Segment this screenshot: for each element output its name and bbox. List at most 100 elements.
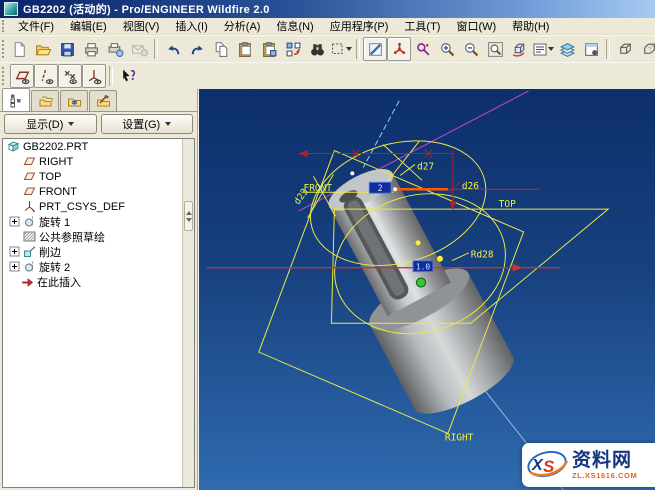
redo-button[interactable] <box>185 37 209 61</box>
new-button[interactable] <box>7 37 31 61</box>
view-manager-button[interactable] <box>579 37 603 61</box>
tab-connections[interactable] <box>89 90 117 111</box>
menu-tools[interactable]: 工具(T) <box>396 18 448 34</box>
layers-button[interactable] <box>555 37 579 61</box>
datum-planes-toggle[interactable] <box>10 64 34 88</box>
copy-icon <box>213 41 230 58</box>
menubar-drag-handle[interactable] <box>2 20 7 31</box>
save-button[interactable] <box>55 37 79 61</box>
axis-line-cyan <box>363 101 399 168</box>
tree-item-chamfer[interactable]: 削边 <box>3 244 194 259</box>
wireframe-style-button[interactable] <box>613 37 637 61</box>
toolbar1-drag-handle[interactable] <box>2 40 4 58</box>
context-help-button[interactable] <box>116 64 140 88</box>
menu-insert[interactable]: 插入(I) <box>167 18 215 34</box>
zoom-in-button[interactable] <box>435 37 459 61</box>
undo-button[interactable] <box>161 37 185 61</box>
scroll-down-icon <box>186 218 192 222</box>
menu-view[interactable]: 视图(V) <box>115 18 168 34</box>
part-icon <box>7 140 20 153</box>
vertex-dot-yellow[interactable] <box>416 240 421 245</box>
expand-icon[interactable] <box>9 246 20 257</box>
zoom-out-button[interactable] <box>459 37 483 61</box>
tree-scrollbar-thumb[interactable] <box>184 201 193 231</box>
reorient-button[interactable] <box>507 37 531 61</box>
viewport-canvas[interactable]: 2 1.0 FRONT d23 d27 d26 TOP Rd28 RIGHT <box>199 89 655 490</box>
tab-folder-browser[interactable] <box>31 90 59 111</box>
tree-item-front-plane[interactable]: FRONT <box>3 184 194 199</box>
menu-window[interactable]: 窗口(W) <box>448 18 504 34</box>
plot-button[interactable] <box>103 37 127 61</box>
select-filter-button[interactable] <box>329 37 353 61</box>
tree-item-label: TOP <box>39 171 61 183</box>
tree-item-label: 在此插入 <box>37 274 81 290</box>
sketch-icon <box>23 230 36 243</box>
folder-stack-icon <box>38 94 53 109</box>
toolbar-separator <box>109 66 113 86</box>
zoom-in-icon <box>439 41 456 58</box>
show-menu-button[interactable]: 显示(D) <box>4 114 97 134</box>
open-button[interactable] <box>31 37 55 61</box>
tree-item-csys[interactable]: PRT_CSYS_DEF <box>3 199 194 214</box>
datum-points-toggle[interactable] <box>58 64 82 88</box>
refit-icon <box>487 41 504 58</box>
rd28-dimension-label[interactable]: Rd28 <box>471 250 494 261</box>
vertex-dot-yellow[interactable] <box>437 256 443 262</box>
menu-file[interactable]: 文件(F) <box>10 18 62 34</box>
datum-csys-toggle[interactable] <box>82 64 106 88</box>
dim-value-tag-2[interactable]: 1.0 <box>413 261 433 272</box>
datum-axes-toggle[interactable] <box>34 64 58 88</box>
dim-value-tag-1[interactable]: 2 <box>369 182 391 193</box>
tree-item-revolve-2[interactable]: 旋转 2 <box>3 259 194 274</box>
tree-item-insert-here[interactable]: 在此插入 <box>3 274 194 289</box>
spin-center-button[interactable] <box>387 37 411 61</box>
main-area: 显示(D) 设置(G) GB2202.PRT RIGHT <box>0 89 655 490</box>
tools-folder-icon <box>96 94 111 109</box>
orient-mode-button[interactable] <box>411 37 435 61</box>
tab-model-tree[interactable] <box>2 88 30 111</box>
csys-display-icon <box>86 68 103 85</box>
d27-dimension-label[interactable]: d27 <box>417 161 434 172</box>
expand-icon[interactable] <box>9 216 20 227</box>
svg-text:1.0: 1.0 <box>416 263 431 272</box>
tree-scrollbar[interactable] <box>182 139 194 487</box>
menu-info[interactable]: 信息(N) <box>268 18 321 34</box>
tab-favorites[interactable] <box>60 90 88 111</box>
expand-icon[interactable] <box>9 261 20 272</box>
saved-views-button[interactable] <box>531 37 555 61</box>
refit-button[interactable] <box>483 37 507 61</box>
menu-applications[interactable]: 应用程序(P) <box>322 18 397 34</box>
datum-plane-icon <box>23 185 36 198</box>
settings-menu-button[interactable]: 设置(G) <box>101 114 194 134</box>
paste-special-button[interactable] <box>257 37 281 61</box>
tree-item-label: FRONT <box>39 186 77 198</box>
toolbar2-drag-handle[interactable] <box>2 67 7 85</box>
repaint-icon <box>367 41 384 58</box>
regenerate-button[interactable] <box>281 37 305 61</box>
print-button[interactable] <box>79 37 103 61</box>
tree-item-part[interactable]: GB2202.PRT <box>3 139 194 154</box>
menu-help[interactable]: 帮助(H) <box>504 18 557 34</box>
paste-button[interactable] <box>233 37 257 61</box>
menu-edit[interactable]: 编辑(E) <box>62 18 115 34</box>
datum-plane-display-icon <box>14 68 31 85</box>
tree-item-top-plane[interactable]: TOP <box>3 169 194 184</box>
vertex-dot[interactable] <box>350 171 354 175</box>
find-button[interactable] <box>305 37 329 61</box>
repaint-button[interactable] <box>363 37 387 61</box>
tree-item-label: 公共参照草绘 <box>39 229 105 245</box>
tree-item-right-plane[interactable]: RIGHT <box>3 154 194 169</box>
email-button[interactable] <box>127 37 151 61</box>
open-folder-icon <box>35 41 52 58</box>
hidden-line-style-button[interactable] <box>637 37 655 61</box>
d26-dimension-label[interactable]: d26 <box>462 181 479 192</box>
vertex-dot[interactable] <box>393 187 397 191</box>
tree-item-revolve-1[interactable]: 旋转 1 <box>3 214 194 229</box>
show-menu-label: 显示(D) <box>26 116 63 132</box>
select-filter-dropdown-icon <box>346 47 352 51</box>
graphics-viewport[interactable]: 2 1.0 FRONT d23 d27 d26 TOP Rd28 RIGHT <box>198 89 655 490</box>
copy-button[interactable] <box>209 37 233 61</box>
drag-handle-green[interactable] <box>417 278 426 287</box>
menu-analysis[interactable]: 分析(A) <box>216 18 269 34</box>
tree-item-common-ref-sketch[interactable]: 公共参照草绘 <box>3 229 194 244</box>
